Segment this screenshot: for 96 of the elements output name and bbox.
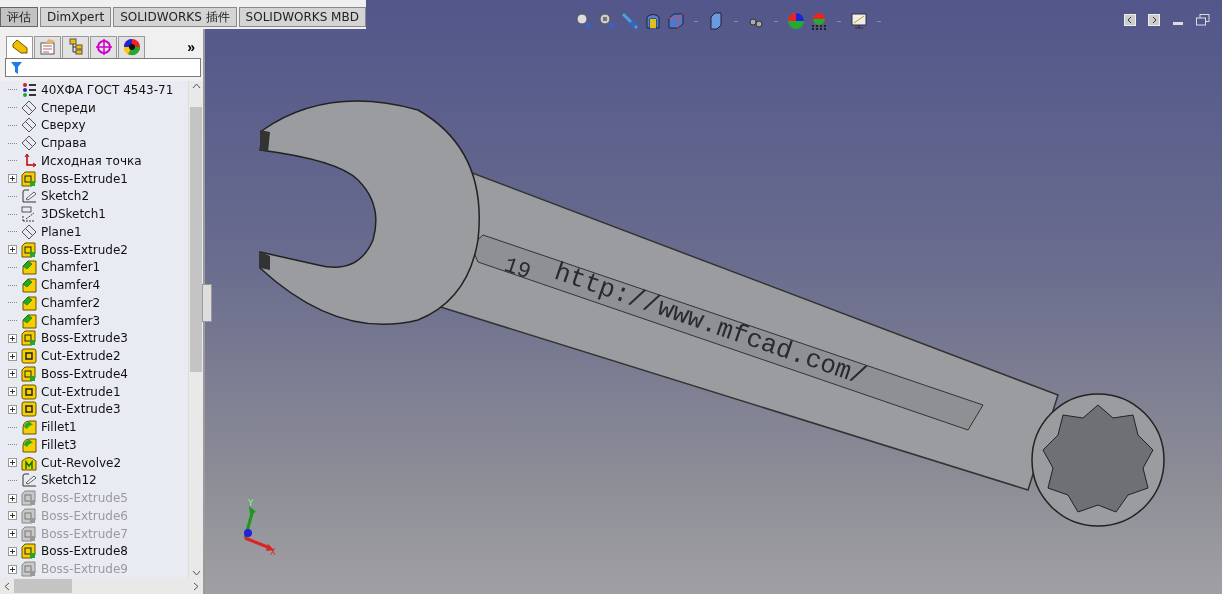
revolve-icon [21,456,37,471]
tree-item[interactable]: Chamfer1 [8,258,188,277]
sketch-3d-icon [21,206,36,222]
tree-item[interactable]: Chamfer2 [8,294,188,312]
tree-item[interactable]: Cut-Extrude2 [8,347,188,365]
tree-item[interactable]: Chamfer3 [8,311,188,330]
view-settings-button[interactable] [850,12,868,30]
boss-extrude-icon [21,330,36,346]
expand-icon[interactable] [8,351,17,361]
tree-item[interactable]: Сверху [8,116,188,135]
tree-item[interactable]: Fillet1 [8,418,188,436]
tile-left-icon[interactable] [1124,14,1136,26]
filter-icon [11,61,22,74]
command-tab[interactable]: SOLIDWORKS MBD [238,7,366,27]
command-tab[interactable]: SOLIDWORKS 插件 [113,7,237,27]
tree-item[interactable]: Спереди [8,98,188,117]
sketch-icon [22,473,37,487]
scene-button[interactable] [810,12,828,30]
expand-icon[interactable] [8,493,17,503]
restore-icon[interactable] [1196,14,1210,26]
tree-item[interactable]: 40ХФА ГОСТ 4543-71 [8,81,188,99]
tree-item[interactable]: Boss-Extrude1 [8,169,188,188]
tree-item[interactable]: Sketch2 [8,187,188,206]
expand-icon[interactable] [8,546,17,556]
configuration-icon [69,38,82,55]
tree-item[interactable]: Boss-Extrude3 [8,329,188,348]
expand-icon[interactable] [8,404,17,414]
tree-item[interactable]: Исходная точка [8,152,188,170]
chamfer-icon [22,314,37,329]
boss-extrude-icon [21,366,36,382]
command-tab[interactable]: 评估 [0,7,38,27]
boss-extrude-icon [21,490,36,506]
horizontal-scrollbar[interactable] [0,578,203,594]
fillet-icon [22,420,37,435]
tree-item[interactable]: Cut-Revolve2 [8,453,188,472]
appearance-button[interactable] [787,12,805,30]
tree-item[interactable]: Chamfer4 [8,276,188,294]
expand-icon[interactable] [8,174,17,184]
chamfer-icon [22,260,37,275]
manager-tab[interactable] [118,35,145,58]
engraved-size-text: 19 [500,253,534,286]
boss-extrude-icon [21,508,36,524]
expand-icon[interactable] [8,529,17,539]
property-icon [40,39,55,55]
scroll-down-icon[interactable] [191,570,201,576]
plane-icon [21,224,37,240]
color-wheel-icon [123,39,140,56]
chamfer-icon [22,278,37,293]
plane-icon [21,135,37,151]
tree-item[interactable]: Sketch12 [8,471,188,490]
section-view-button[interactable] [644,12,662,30]
scroll-right-icon[interactable] [193,581,199,591]
chamfer-icon [22,296,37,311]
tree-item[interactable]: Cut-Extrude3 [8,400,188,419]
material-icon [23,82,36,97]
crosshair-icon [94,38,113,56]
cut-extrude-icon [21,401,37,417]
expand-icon[interactable] [8,511,17,521]
expand-icon[interactable] [8,387,17,397]
more-tabs-button[interactable]: » [183,38,199,55]
vertical-scrollbar[interactable] [188,81,203,578]
scroll-up-icon[interactable] [191,83,201,89]
tree-item[interactable]: Boss-Extrude8 [8,542,188,561]
tree-item[interactable]: Boss-Extrude2 [8,240,188,259]
zoom-to-fit-button[interactable] [575,12,593,30]
sketch-icon [22,189,37,203]
tile-right-icon[interactable] [1148,14,1160,26]
boss-extrude-icon [21,171,36,187]
plane-icon [21,100,37,116]
tree-item[interactable]: 3DSketch1 [8,205,188,223]
boss-extrude-icon [21,543,36,559]
cut-extrude-icon [21,348,37,364]
boss-extrude-icon [21,242,36,258]
origin-icon [24,153,37,168]
tree-item[interactable]: Fillet3 [8,436,188,454]
part-icon [12,39,27,54]
fillet-icon [22,438,37,453]
filter-field[interactable] [5,58,201,77]
expand-icon[interactable] [8,369,17,379]
tree-item[interactable]: Cut-Extrude1 [8,382,188,401]
tree-item[interactable]: Справа [8,134,188,152]
tree-item[interactable]: Plane1 [8,223,188,241]
zoom-area-button[interactable] [598,12,616,30]
boss-extrude-icon [21,526,36,542]
display-style-button[interactable] [707,12,725,30]
cut-extrude-icon [21,384,37,400]
command-tab[interactable]: DimXpert [40,7,112,27]
expand-icon[interactable] [8,245,17,255]
plane-icon [21,117,37,133]
expand-icon[interactable] [8,458,17,468]
expand-icon[interactable] [8,333,17,343]
view-orientation-button[interactable] [667,12,685,30]
expand-icon[interactable] [8,564,17,574]
boss-extrude-icon [21,561,36,577]
tree-item[interactable]: Boss-Extrude4 [8,365,188,383]
scroll-left-icon[interactable] [4,581,10,591]
